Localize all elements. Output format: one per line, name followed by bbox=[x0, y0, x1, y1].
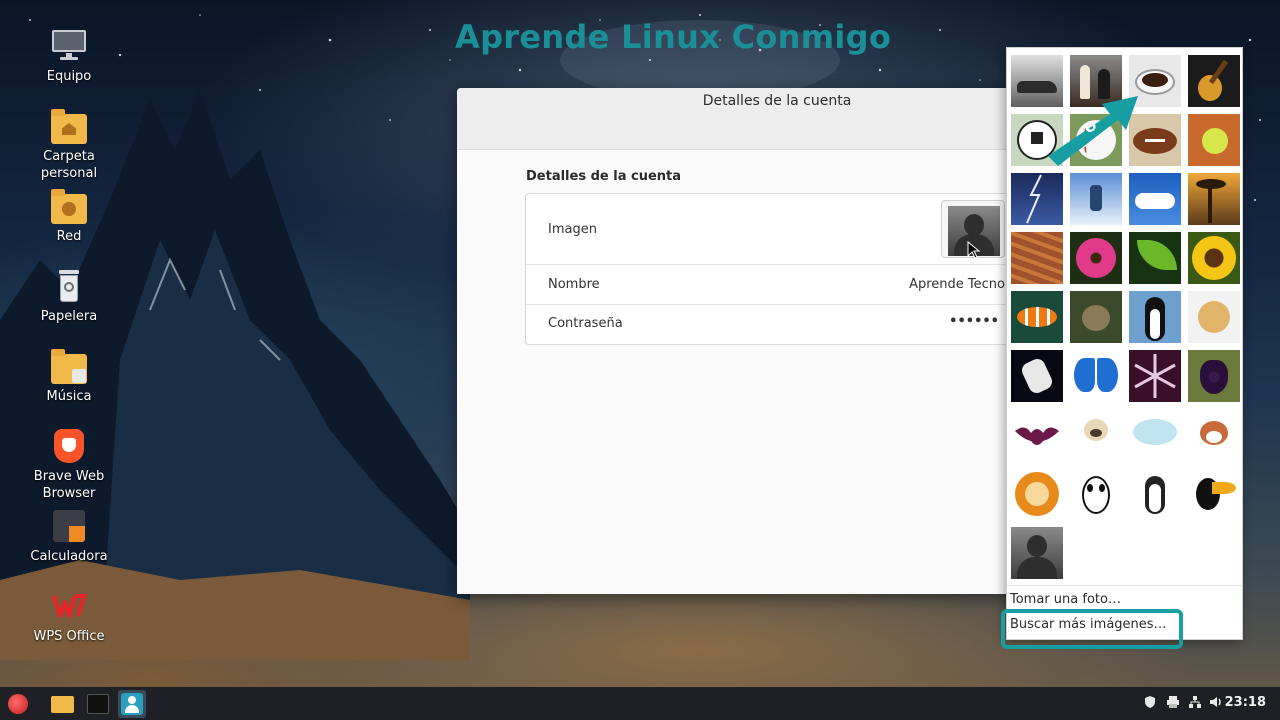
row-image: Imagen bbox=[526, 194, 1015, 265]
brave-icon bbox=[51, 428, 87, 464]
wps-icon bbox=[51, 588, 87, 624]
home-folder-icon bbox=[51, 109, 87, 144]
desktop-icon-label: Carpeta personal bbox=[40, 149, 98, 181]
penguin-avatar[interactable] bbox=[1129, 468, 1181, 520]
desktop-icon-musica[interactable]: Música bbox=[14, 348, 124, 405]
grapes-avatar[interactable] bbox=[1188, 350, 1240, 402]
app-menu-icon bbox=[8, 694, 28, 714]
folder-icon bbox=[51, 696, 74, 713]
account-details-list: Imagen Nombre Aprende Tecno Contraseña •… bbox=[525, 193, 1015, 345]
desktop-icon-label: Brave Web Browser bbox=[33, 469, 105, 501]
cat-avatar[interactable] bbox=[1070, 291, 1122, 343]
user-accounts-icon bbox=[121, 693, 143, 715]
desktop-icon-label: WPS Office bbox=[33, 629, 105, 644]
terminal-button[interactable] bbox=[84, 690, 112, 718]
printer-icon[interactable] bbox=[1166, 695, 1180, 713]
monitor-icon bbox=[51, 28, 87, 64]
panda-avatar[interactable] bbox=[1070, 468, 1122, 520]
sunset-avatar[interactable] bbox=[1188, 173, 1240, 225]
shield-icon[interactable] bbox=[1143, 695, 1157, 713]
music-folder-icon bbox=[51, 349, 87, 384]
network-folder-icon bbox=[51, 189, 87, 224]
popover-separator bbox=[1007, 585, 1242, 586]
lightning-avatar[interactable] bbox=[1011, 173, 1063, 225]
default-avatar[interactable] bbox=[1011, 527, 1063, 579]
network-icon[interactable] bbox=[1188, 695, 1202, 713]
lion-avatar[interactable] bbox=[1011, 468, 1063, 520]
watermark-title: Aprende Linux Conmigo bbox=[455, 18, 892, 56]
desktop-icon-carpeta-personal[interactable]: Carpeta personal bbox=[14, 108, 124, 182]
highlight-box bbox=[1001, 609, 1183, 649]
cinnamon-avatar[interactable] bbox=[1011, 232, 1063, 284]
users-button[interactable] bbox=[118, 690, 146, 718]
account-details-dialog: Detalles de la cuenta Detalles de la cue… bbox=[457, 88, 1015, 594]
clouds-avatar[interactable] bbox=[1129, 173, 1181, 225]
snowboard-avatar[interactable] bbox=[1070, 173, 1122, 225]
desktop-icon-label: Papelera bbox=[40, 309, 98, 324]
sunflower-avatar[interactable] bbox=[1188, 232, 1240, 284]
toucan-avatar[interactable] bbox=[1188, 468, 1240, 520]
desktop-icons: Equipo Carpeta personal Red Papelera Mús… bbox=[0, 0, 140, 680]
elephant-avatar[interactable] bbox=[1129, 409, 1181, 461]
section-title: Detalles de la cuenta bbox=[526, 169, 682, 184]
penguin-photo-avatar[interactable] bbox=[1129, 291, 1181, 343]
fox-avatar[interactable] bbox=[1188, 409, 1240, 461]
dialog-title: Detalles de la cuenta bbox=[702, 93, 852, 109]
pug-avatar[interactable] bbox=[1070, 409, 1122, 461]
tutorial-arrow: O bbox=[1048, 96, 1138, 166]
butterfly-avatar[interactable] bbox=[1070, 350, 1122, 402]
taskbar: 23:18 bbox=[0, 687, 1280, 720]
desktop-icon-red[interactable]: Red bbox=[14, 188, 124, 245]
desktop-icon-brave[interactable]: Brave Web Browser bbox=[14, 428, 124, 502]
terminal-icon bbox=[87, 694, 109, 714]
take-photo-item[interactable]: Tomar una foto… bbox=[1010, 592, 1121, 607]
desktop-icon-papelera[interactable]: Papelera bbox=[14, 268, 124, 325]
desktop-icon-calculadora[interactable]: Calculadora bbox=[14, 508, 124, 565]
desktop-icon-label: Red bbox=[56, 229, 82, 244]
guitar-avatar[interactable] bbox=[1188, 55, 1240, 107]
leaf-avatar[interactable] bbox=[1129, 232, 1181, 284]
bat-avatar[interactable] bbox=[1011, 409, 1063, 461]
dog-avatar[interactable] bbox=[1188, 291, 1240, 343]
row-name[interactable]: Nombre Aprende Tecno bbox=[526, 265, 1015, 305]
name-value: Aprende Tecno bbox=[909, 277, 1005, 292]
calculator-icon bbox=[51, 508, 87, 544]
password-value: •••••• bbox=[949, 314, 999, 329]
clownfish-avatar[interactable] bbox=[1011, 291, 1063, 343]
desktop-icon-equipo[interactable]: Equipo bbox=[14, 28, 124, 85]
desktop-icon-label: Equipo bbox=[46, 69, 92, 84]
avatar-button[interactable] bbox=[941, 200, 1005, 259]
astronaut-avatar[interactable] bbox=[1011, 350, 1063, 402]
password-label: Contraseña bbox=[548, 316, 623, 331]
mouse-pointer-icon bbox=[967, 241, 981, 259]
clock[interactable]: 23:18 bbox=[1225, 695, 1266, 710]
snowflake-avatar[interactable] bbox=[1129, 350, 1181, 402]
desktop-icon-label: Música bbox=[46, 389, 92, 404]
tennis-avatar[interactable] bbox=[1188, 114, 1240, 166]
flower-avatar[interactable] bbox=[1070, 232, 1122, 284]
volume-icon[interactable] bbox=[1209, 695, 1223, 713]
files-button[interactable] bbox=[48, 690, 76, 718]
image-label: Imagen bbox=[548, 222, 597, 237]
menu-button[interactable] bbox=[4, 690, 32, 718]
row-password[interactable]: Contraseña •••••• bbox=[526, 305, 1015, 345]
name-label: Nombre bbox=[548, 277, 600, 292]
desktop-icon-wps[interactable]: WPS Office bbox=[14, 588, 124, 645]
desktop-icon-label: Calculadora bbox=[30, 549, 108, 564]
trash-icon bbox=[51, 268, 87, 304]
